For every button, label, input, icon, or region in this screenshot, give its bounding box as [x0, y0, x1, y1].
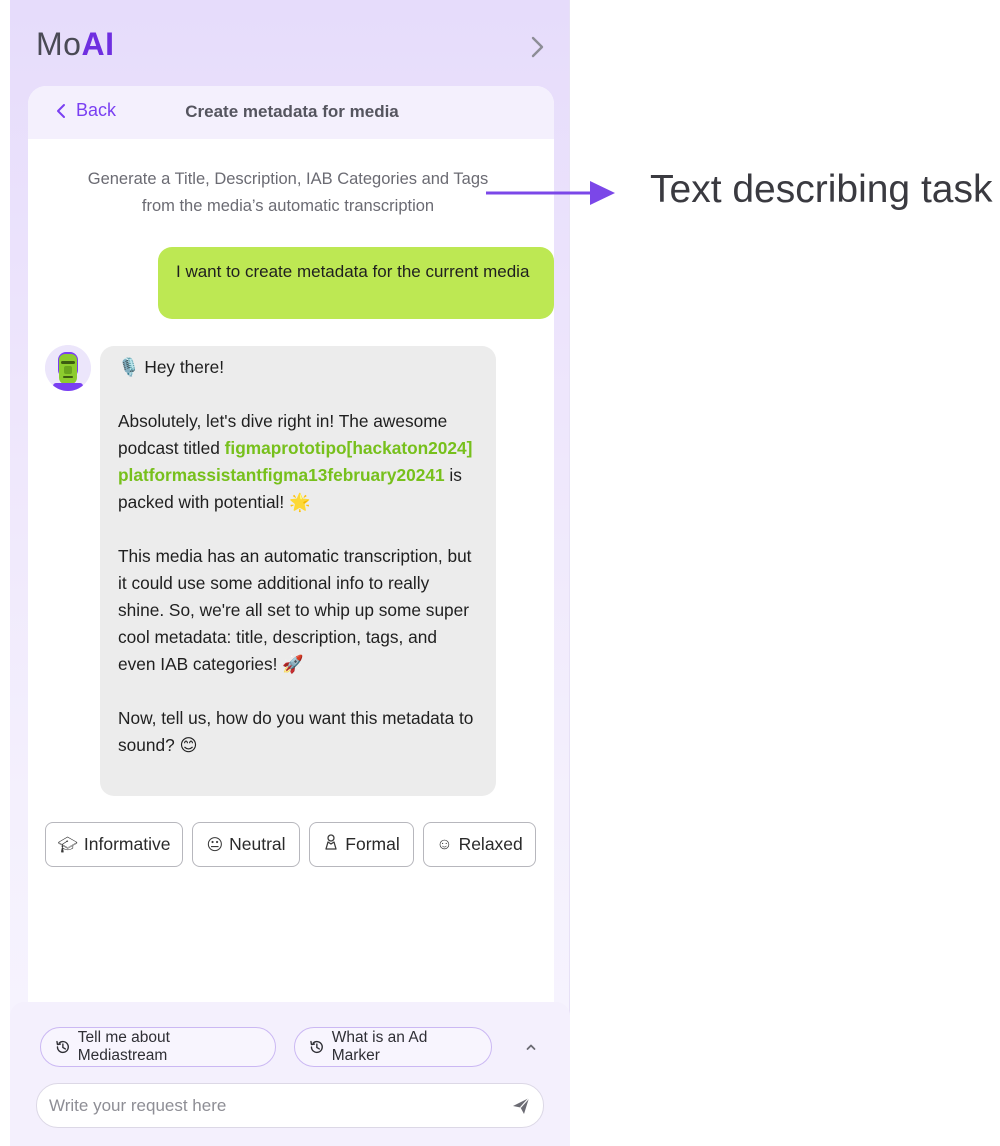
quick-prompt-ad-marker[interactable]: What is an Ad Marker: [294, 1027, 492, 1067]
user-message: I want to create metadata for the curren…: [158, 247, 554, 319]
history-icon: [310, 1040, 323, 1054]
smiling-face-icon: 😊: [179, 735, 198, 755]
quick-prompt-mediastream[interactable]: Tell me about Mediastream: [40, 1027, 276, 1067]
back-label: Back: [76, 100, 117, 120]
tone-option-label: Relaxed: [458, 834, 523, 854]
tie-icon: [323, 834, 339, 855]
tone-option-formal[interactable]: Formal: [309, 822, 414, 867]
send-icon: [513, 1097, 530, 1114]
request-input-box: [36, 1083, 544, 1128]
graduation-cap-icon: 🎓︎: [57, 836, 78, 854]
sparkle-icon: 🌟: [289, 492, 311, 512]
tone-question-text: Now, tell us, how do you want this metad…: [118, 708, 474, 755]
card-header: Create metadata for media Back: [28, 86, 554, 139]
microphone-icon: 🎙️: [118, 357, 140, 377]
greeting-text: Hey there!: [144, 357, 225, 377]
tone-option-label: Neutral: [229, 834, 286, 854]
collapse-panel-button[interactable]: [528, 34, 548, 60]
quick-prompt-label: What is an Ad Marker: [331, 1029, 428, 1064]
tone-option-neutral[interactable]: 😐︎ Neutral: [192, 822, 300, 867]
tone-option-label: Informative: [83, 834, 171, 854]
tone-option-informative[interactable]: 🎓︎ Informative: [45, 822, 183, 867]
chat-card: Create metadata for media Back Generate …: [28, 86, 554, 1086]
chevron-right-icon: [531, 36, 544, 58]
chevron-left-icon: [57, 103, 65, 118]
send-button[interactable]: [511, 1096, 531, 1116]
chevron-up-icon: [526, 1044, 536, 1050]
composer-area: Tell me about Mediastream What is an Ad …: [10, 1002, 570, 1146]
request-input[interactable]: [49, 1084, 499, 1127]
neutral-face-icon: 😐︎: [206, 836, 224, 854]
assistant-panel: MoAI Create metadata for media Back Gene…: [10, 0, 570, 1146]
back-button[interactable]: Back: [56, 100, 116, 121]
logo-ai: AI: [81, 26, 115, 62]
tone-option-relaxed[interactable]: ☺︎ Relaxed: [423, 822, 536, 867]
moai-mascot-icon: [45, 345, 91, 391]
tone-option-label: Formal: [345, 834, 400, 854]
task-description: Generate a Title, Description, IAB Categ…: [87, 170, 489, 215]
assistant-message: 🎙️ Hey there! Absolutely, let's dive rig…: [100, 346, 496, 796]
smile-icon: ☺︎: [436, 835, 453, 853]
app-logo: MoAI: [36, 26, 114, 63]
rocket-icon: 🚀: [282, 654, 304, 674]
annotation-label: Text describing task: [650, 168, 993, 211]
logo-mo: Mo: [36, 26, 82, 62]
quick-prompt-label: Tell me about Mediastream: [77, 1029, 170, 1064]
assistant-avatar: [45, 345, 91, 391]
history-icon: [56, 1040, 69, 1054]
annotation-arrow-icon: [486, 181, 615, 205]
expand-prompts-button[interactable]: [522, 1038, 540, 1056]
